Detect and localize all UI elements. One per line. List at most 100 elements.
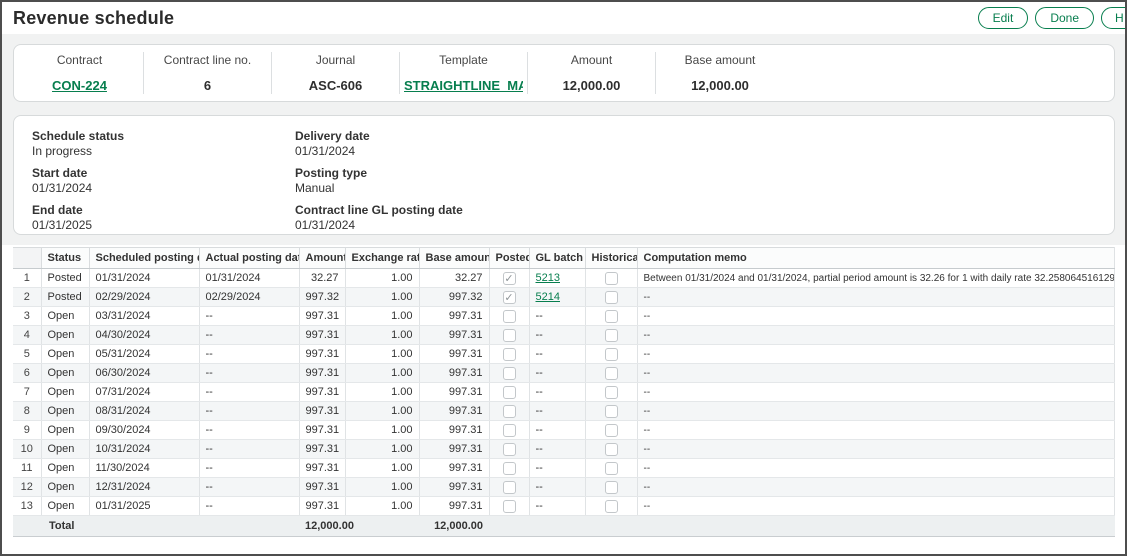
detail-field-posting-type: Posting typeManual: [295, 166, 463, 195]
computation_memo-cell: --: [637, 307, 1115, 326]
posted-checkbox-unchecked[interactable]: [503, 405, 516, 418]
status-cell: Open: [41, 402, 89, 421]
scheduled_posting_date-cell: 08/31/2024: [89, 402, 199, 421]
page-title: Revenue schedule: [13, 8, 174, 29]
summary-field-link[interactable]: CON-224: [52, 78, 107, 93]
gl_batch-cell: 5213: [529, 269, 585, 288]
posted-checkbox-unchecked[interactable]: [503, 310, 516, 323]
historical-cell: [585, 326, 637, 345]
summary-field-value[interactable]: STRAIGHTLINE_MANUAL: [404, 78, 523, 93]
historical-checkbox-unchecked[interactable]: [605, 348, 618, 361]
posted-cell: ✓: [489, 288, 529, 307]
scheduled_posting_date-cell: 02/29/2024: [89, 288, 199, 307]
posted-cell: [489, 383, 529, 402]
detail-value: 01/31/2024: [295, 218, 463, 232]
schedule-row: 3Open03/31/2024--997.311.00997.31----: [13, 307, 1115, 326]
base_amount-cell: 997.31: [419, 497, 489, 516]
posted-checkbox-checked[interactable]: ✓: [503, 291, 516, 304]
detail-field-end-date: End date01/31/2025: [32, 203, 295, 232]
posted-checkbox-unchecked[interactable]: [503, 443, 516, 456]
computation_memo-cell: --: [637, 326, 1115, 345]
historical-checkbox-unchecked[interactable]: [605, 462, 618, 475]
detail-label: Delivery date: [295, 129, 463, 143]
table-section: StatusScheduled posting dateActual posti…: [2, 245, 1125, 554]
amount-cell: 997.31: [299, 497, 345, 516]
gl_batch-cell: 5214: [529, 288, 585, 307]
num-cell: 11: [13, 459, 41, 478]
column-header-exchange_rate: Exchange rate: [345, 248, 419, 269]
exchange_rate-cell: 1.00: [345, 497, 419, 516]
historical-checkbox-unchecked[interactable]: [605, 500, 618, 513]
num-cell: 13: [13, 497, 41, 516]
revenue-schedule-page: { "page": { "title": "Revenue schedule" …: [0, 0, 1127, 556]
posted-checkbox-unchecked[interactable]: [503, 386, 516, 399]
num-cell: 5: [13, 345, 41, 364]
summary-field-base-amount: Base amount12,000.00: [656, 52, 784, 94]
base_amount-cell: 997.31: [419, 440, 489, 459]
gl_batch-cell: --: [529, 402, 585, 421]
gl-batch-link[interactable]: 5214: [536, 291, 560, 303]
exchange_rate-cell: 1.00: [345, 459, 419, 478]
posted-cell: [489, 497, 529, 516]
detail-value: Manual: [295, 181, 463, 195]
historical-checkbox-unchecked[interactable]: [605, 272, 618, 285]
num-cell: 8: [13, 402, 41, 421]
schedule-row: 4Open04/30/2024--997.311.00997.31----: [13, 326, 1115, 345]
table-header: StatusScheduled posting dateActual posti…: [13, 248, 1115, 269]
detail-field-contract-line-gl-posting-date: Contract line GL posting date01/31/2024: [295, 203, 463, 232]
detail-value: 01/31/2024: [32, 181, 295, 195]
historical-checkbox-unchecked[interactable]: [605, 367, 618, 380]
detail-label: End date: [32, 203, 295, 217]
historical-checkbox-unchecked[interactable]: [605, 386, 618, 399]
edit-button[interactable]: Edit: [978, 7, 1029, 29]
amount-cell: 997.31: [299, 478, 345, 497]
status-cell: Open: [41, 459, 89, 478]
column-header-posted: Posted: [489, 248, 529, 269]
summary-field-label: Template: [404, 53, 523, 67]
summary-field-value: 6: [148, 78, 267, 93]
exchange_rate-cell: 1.00: [345, 402, 419, 421]
detail-value: 01/31/2024: [295, 144, 463, 158]
scheduled_posting_date-cell: 06/30/2024: [89, 364, 199, 383]
scheduled_posting_date-cell: 12/31/2024: [89, 478, 199, 497]
computation_memo-cell: --: [637, 497, 1115, 516]
posted-checkbox-unchecked[interactable]: [503, 481, 516, 494]
posted-checkbox-unchecked[interactable]: [503, 367, 516, 380]
posted-checkbox-checked[interactable]: ✓: [503, 272, 516, 285]
posted-checkbox-unchecked[interactable]: [503, 329, 516, 342]
base_amount-cell: 997.31: [419, 421, 489, 440]
summary-field-contract-line-no-: Contract line no.6: [144, 52, 272, 94]
exchange_rate-cell: 1.00: [345, 440, 419, 459]
schedule-row: 2Posted02/29/202402/29/2024997.321.00997…: [13, 288, 1115, 307]
posted-checkbox-unchecked[interactable]: [503, 424, 516, 437]
posted-checkbox-unchecked[interactable]: [503, 500, 516, 513]
summary-field-label: Contract: [20, 53, 139, 67]
historical-checkbox-unchecked[interactable]: [605, 481, 618, 494]
posted-checkbox-unchecked[interactable]: [503, 462, 516, 475]
gl_batch-cell: --: [529, 421, 585, 440]
amount-cell: 997.31: [299, 326, 345, 345]
status-cell: Posted: [41, 269, 89, 288]
gl-batch-link[interactable]: 5213: [536, 272, 560, 284]
actual_posting_date-cell: 02/29/2024: [199, 288, 299, 307]
historical-checkbox-unchecked[interactable]: [605, 310, 618, 323]
amount-cell: 997.31: [299, 345, 345, 364]
summary-field-value[interactable]: CON-224: [20, 78, 139, 93]
historical-cell: [585, 288, 637, 307]
help-button[interactable]: H: [1101, 7, 1125, 29]
historical-checkbox-unchecked[interactable]: [605, 424, 618, 437]
done-button[interactable]: Done: [1035, 7, 1094, 29]
historical-checkbox-unchecked[interactable]: [605, 291, 618, 304]
base_amount-cell: 997.31: [419, 383, 489, 402]
detail-label: Contract line GL posting date: [295, 203, 463, 217]
historical-checkbox-unchecked[interactable]: [605, 443, 618, 456]
actual_posting_date-cell: --: [199, 326, 299, 345]
summary-field-journal: JournalASC-606: [272, 52, 400, 94]
historical-checkbox-unchecked[interactable]: [605, 405, 618, 418]
amount-cell: 997.31: [299, 459, 345, 478]
summary-field-link[interactable]: STRAIGHTLINE_MANUAL: [404, 78, 523, 93]
total-label: Total: [13, 516, 89, 537]
summary-card: Contract CON-224 Contract line no.6Journal…: [13, 44, 1115, 102]
posted-checkbox-unchecked[interactable]: [503, 348, 516, 361]
historical-checkbox-unchecked[interactable]: [605, 329, 618, 342]
